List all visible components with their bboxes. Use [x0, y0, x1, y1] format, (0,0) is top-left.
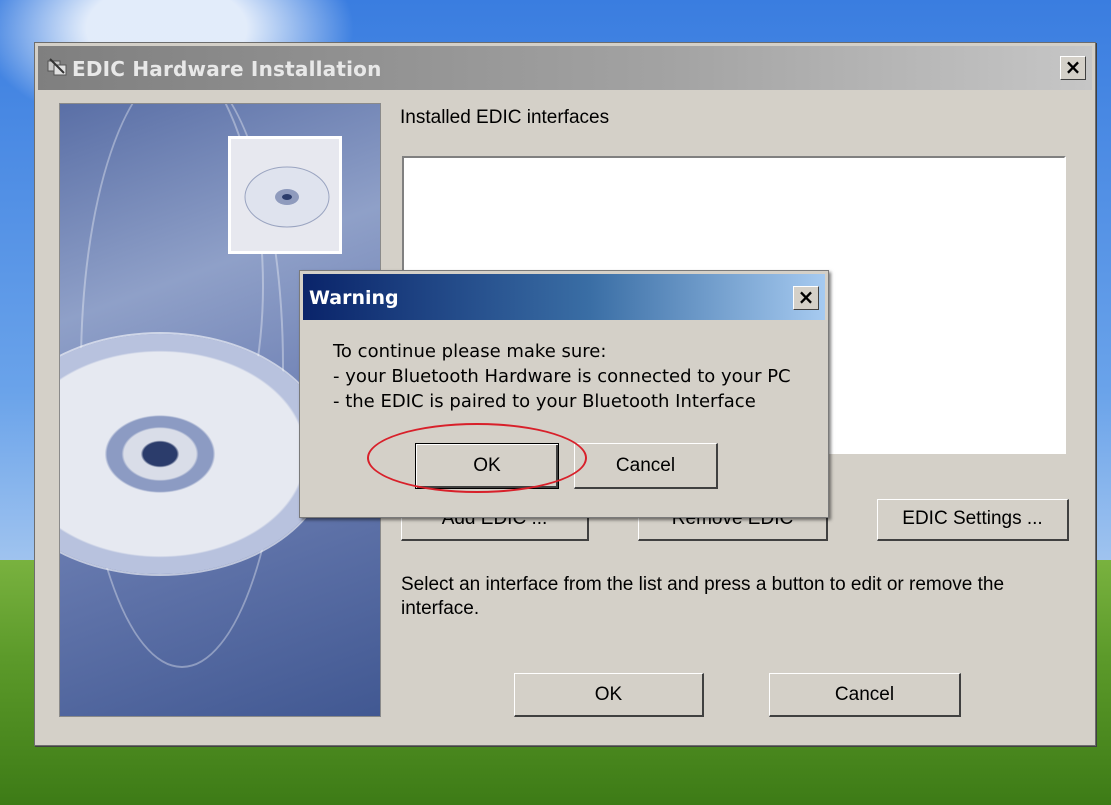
edic-settings-button[interactable]: EDIC Settings ...	[877, 499, 1069, 541]
warning-cancel-button[interactable]: Cancel	[574, 443, 718, 489]
installed-interfaces-label: Installed EDIC interfaces	[400, 107, 610, 128]
ok-button[interactable]: OK	[514, 673, 704, 717]
instructions-text: Select an interface from the list and pr…	[401, 574, 1005, 619]
main-close-button[interactable]: ×	[1060, 55, 1086, 80]
cd-icon	[228, 136, 342, 254]
cancel-button[interactable]: Cancel	[769, 673, 961, 717]
warning-dialog: Warning × To continue please make sure: …	[299, 270, 829, 518]
warning-titlebar[interactable]: Warning ×	[303, 274, 825, 320]
close-icon: ×	[797, 285, 815, 309]
warning-message: To continue please make sure: - your Blu…	[333, 341, 791, 412]
warning-close-button[interactable]: ×	[793, 285, 819, 310]
hardware-install-icon	[47, 58, 67, 76]
close-icon: ×	[1064, 55, 1082, 79]
warning-title: Warning	[309, 287, 399, 309]
warning-ok-button[interactable]: OK	[415, 443, 559, 489]
cd-graphic	[60, 334, 330, 574]
main-window-title: EDIC Hardware Installation	[72, 57, 382, 81]
main-titlebar[interactable]: EDIC Hardware Installation ×	[38, 46, 1092, 90]
